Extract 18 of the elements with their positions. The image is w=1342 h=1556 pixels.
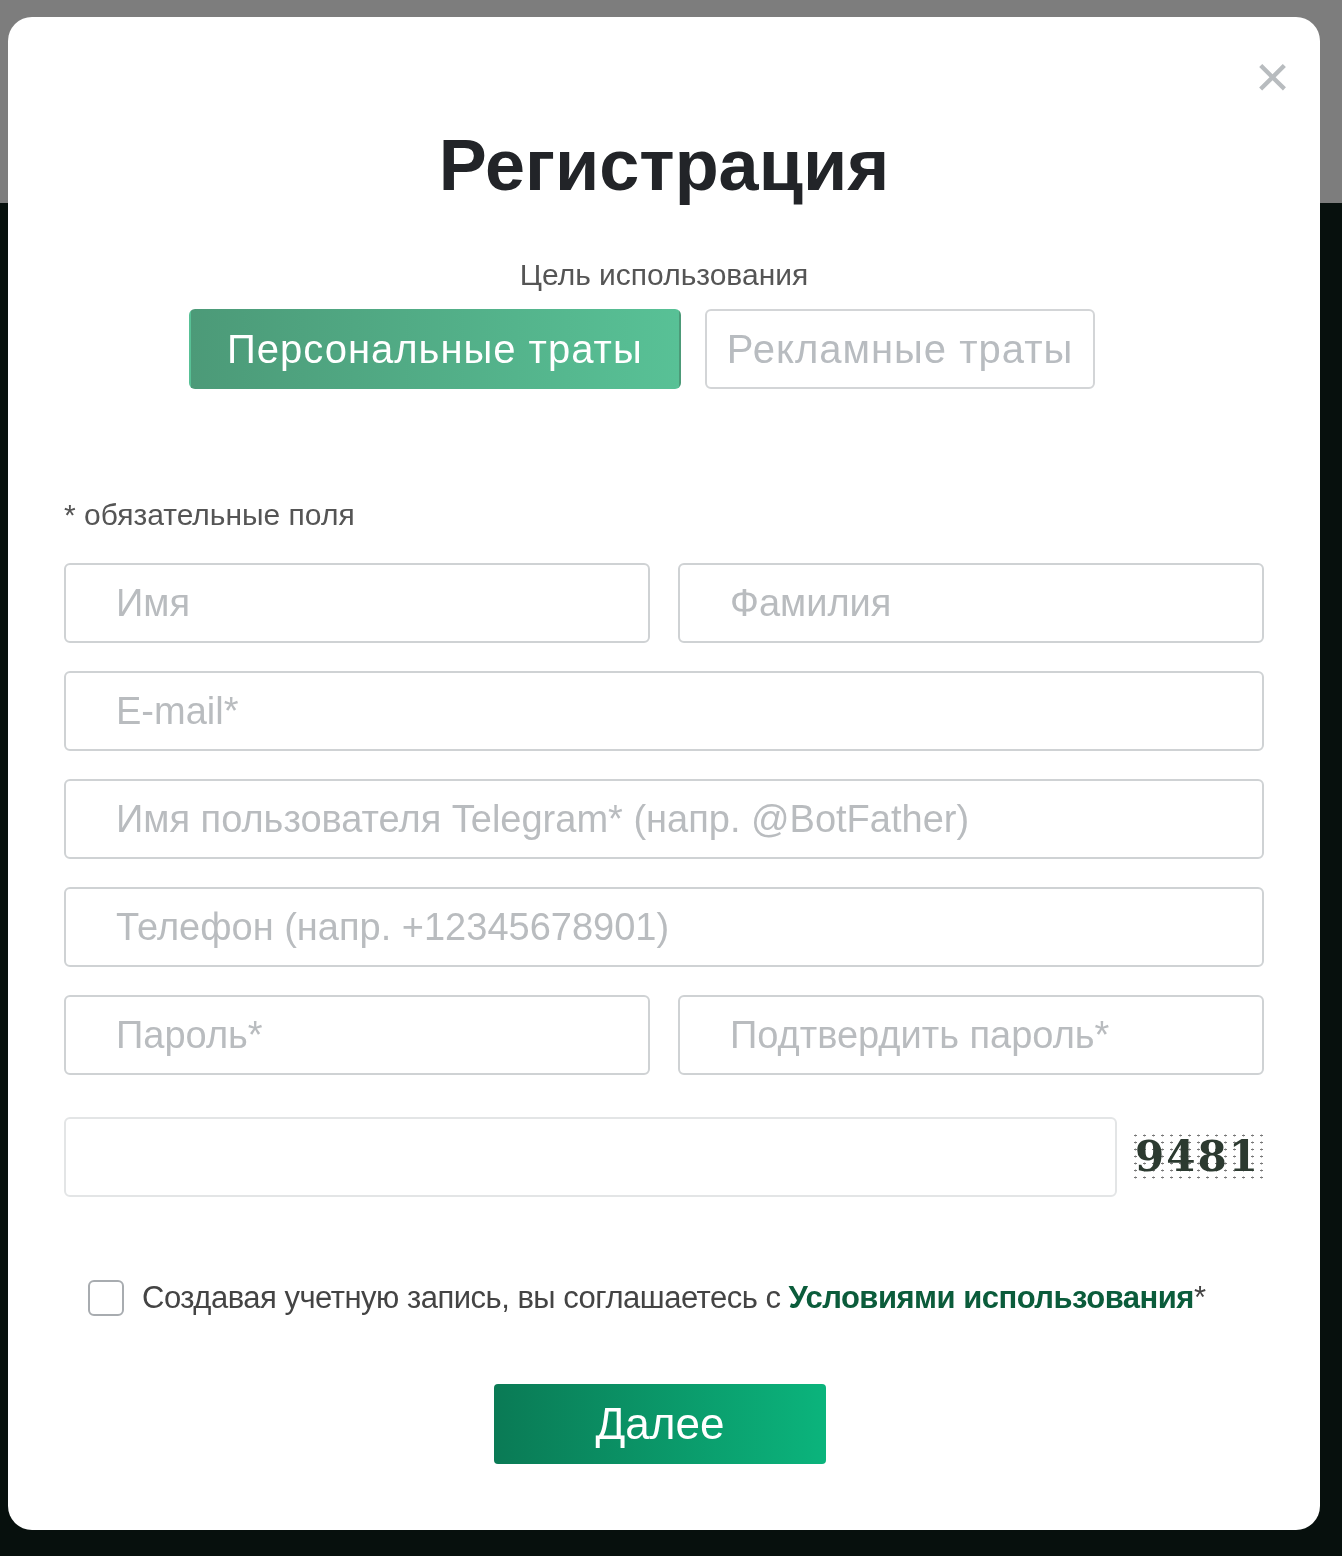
purpose-label: Цель использования — [518, 257, 810, 293]
captcha-field[interactable] — [64, 1117, 1118, 1197]
input-field[interactable]: Подтвердить пароль* — [678, 995, 1264, 1075]
agreement-text: Создавая учетную запись, вы соглашаетесь с Условиями использования* — [142, 1279, 1206, 1317]
input-field[interactable]: Пароль* — [64, 995, 650, 1075]
close-button[interactable]: × — [1254, 47, 1290, 107]
input-field[interactable]: Имя пользователя Telegram* (напр. @BotFather) — [64, 779, 1264, 859]
input-field[interactable]: E-mail* — [64, 671, 1264, 751]
terms-link[interactable]: Условиями использования — [788, 1280, 1194, 1315]
input-field[interactable]: Имя — [64, 563, 650, 643]
captcha-code: 9481 — [1131, 1132, 1264, 1182]
purpose-tab[interactable]: Персональные траты — [188, 309, 681, 389]
input-field[interactable]: Телефон (напр. +12345678901) — [64, 887, 1264, 967]
input-field[interactable]: Фамилия — [678, 563, 1264, 643]
required-note: * обязательные поля — [64, 497, 356, 533]
purpose-tab[interactable]: Рекламные траты — [704, 309, 1096, 389]
next-button[interactable]: Далее — [494, 1383, 826, 1464]
agree-checkbox[interactable] — [88, 1280, 124, 1317]
